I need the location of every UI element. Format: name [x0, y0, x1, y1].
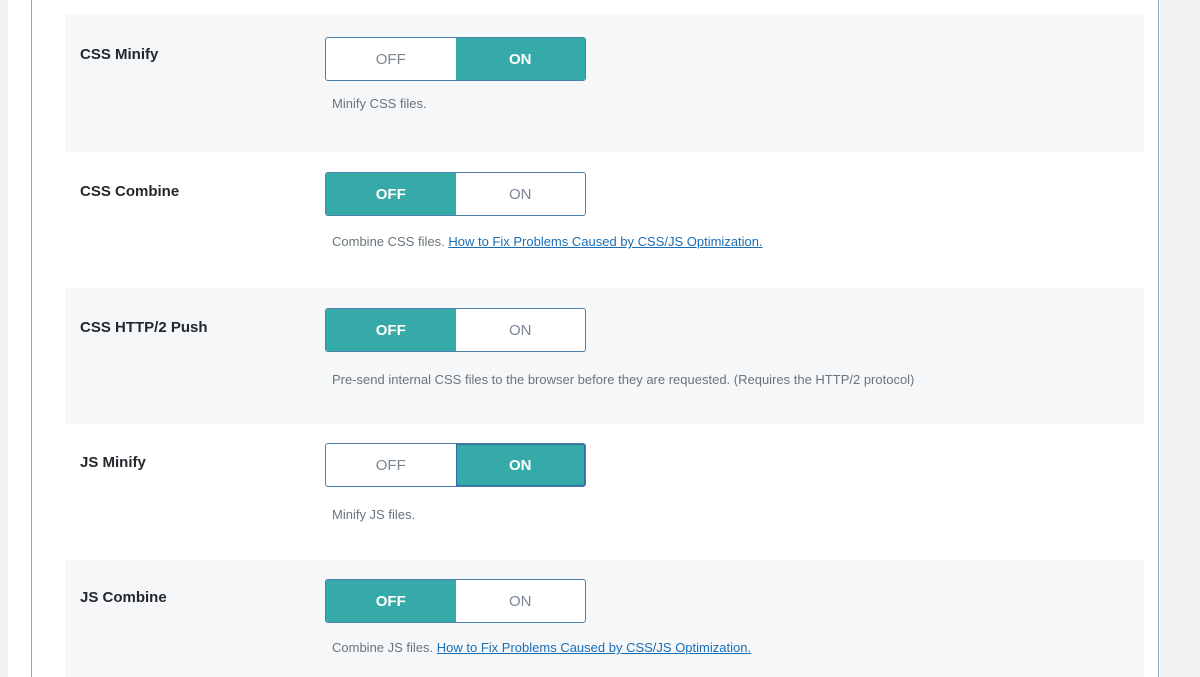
toggle-on-option[interactable]: ON [456, 580, 586, 622]
toggle-off-option[interactable]: OFF [326, 580, 456, 622]
css-http2-push-toggle[interactable]: OFF ON [325, 308, 586, 352]
setting-description: Minify CSS files. [332, 96, 427, 111]
toggle-off-option[interactable]: OFF [326, 173, 456, 215]
toggle-off-option[interactable]: OFF [326, 309, 456, 351]
toggle-on-option[interactable]: ON [456, 173, 586, 215]
setting-row-css-http2-push: CSS HTTP/2 Push OFF ON Pre-send internal… [65, 288, 1144, 424]
toggle-off-option[interactable]: OFF [326, 444, 456, 486]
setting-row-css-combine: CSS Combine OFF ON Combine CSS files. Ho… [65, 152, 1144, 288]
toggle-off-option[interactable]: OFF [326, 38, 456, 80]
setting-label: JS Combine [80, 589, 167, 606]
js-minify-toggle[interactable]: OFF ON [325, 443, 586, 487]
css-combine-toggle[interactable]: OFF ON [325, 172, 586, 216]
setting-label: JS Minify [80, 454, 146, 471]
setting-description: Pre-send internal CSS files to the brows… [332, 372, 914, 387]
setting-description: Combine CSS files. How to Fix Problems C… [332, 234, 763, 249]
right-gutter [1160, 0, 1200, 677]
description-text: Combine JS files. [332, 640, 434, 655]
toggle-on-option[interactable]: ON [455, 38, 585, 80]
description-text: Combine CSS files. [332, 234, 445, 249]
setting-row-js-combine: JS Combine OFF ON Combine JS files. How … [65, 560, 1144, 677]
setting-row-js-minify: JS Minify OFF ON Minify JS files. [65, 424, 1144, 560]
description-text: Minify JS files. [332, 507, 416, 522]
setting-description: Combine JS files. How to Fix Problems Ca… [332, 640, 751, 655]
js-combine-toggle[interactable]: OFF ON [325, 579, 586, 623]
left-gutter [0, 0, 8, 677]
toggle-on-option[interactable]: ON [456, 309, 586, 351]
setting-label: CSS Combine [80, 183, 180, 200]
optimization-help-link[interactable]: How to Fix Problems Caused by CSS/JS Opt… [448, 234, 762, 249]
css-minify-toggle[interactable]: OFF ON [325, 37, 586, 81]
setting-row-css-minify: CSS Minify OFF ON Minify CSS files. [65, 14, 1144, 152]
optimization-help-link[interactable]: How to Fix Problems Caused by CSS/JS Opt… [437, 640, 751, 655]
description-text: Minify CSS files. [332, 96, 427, 111]
setting-label: CSS Minify [80, 46, 159, 63]
setting-label: CSS HTTP/2 Push [80, 319, 208, 336]
toggle-on-option[interactable]: ON [455, 444, 585, 486]
setting-description: Minify JS files. [332, 507, 415, 522]
description-text: Pre-send internal CSS files to the brows… [332, 372, 915, 387]
